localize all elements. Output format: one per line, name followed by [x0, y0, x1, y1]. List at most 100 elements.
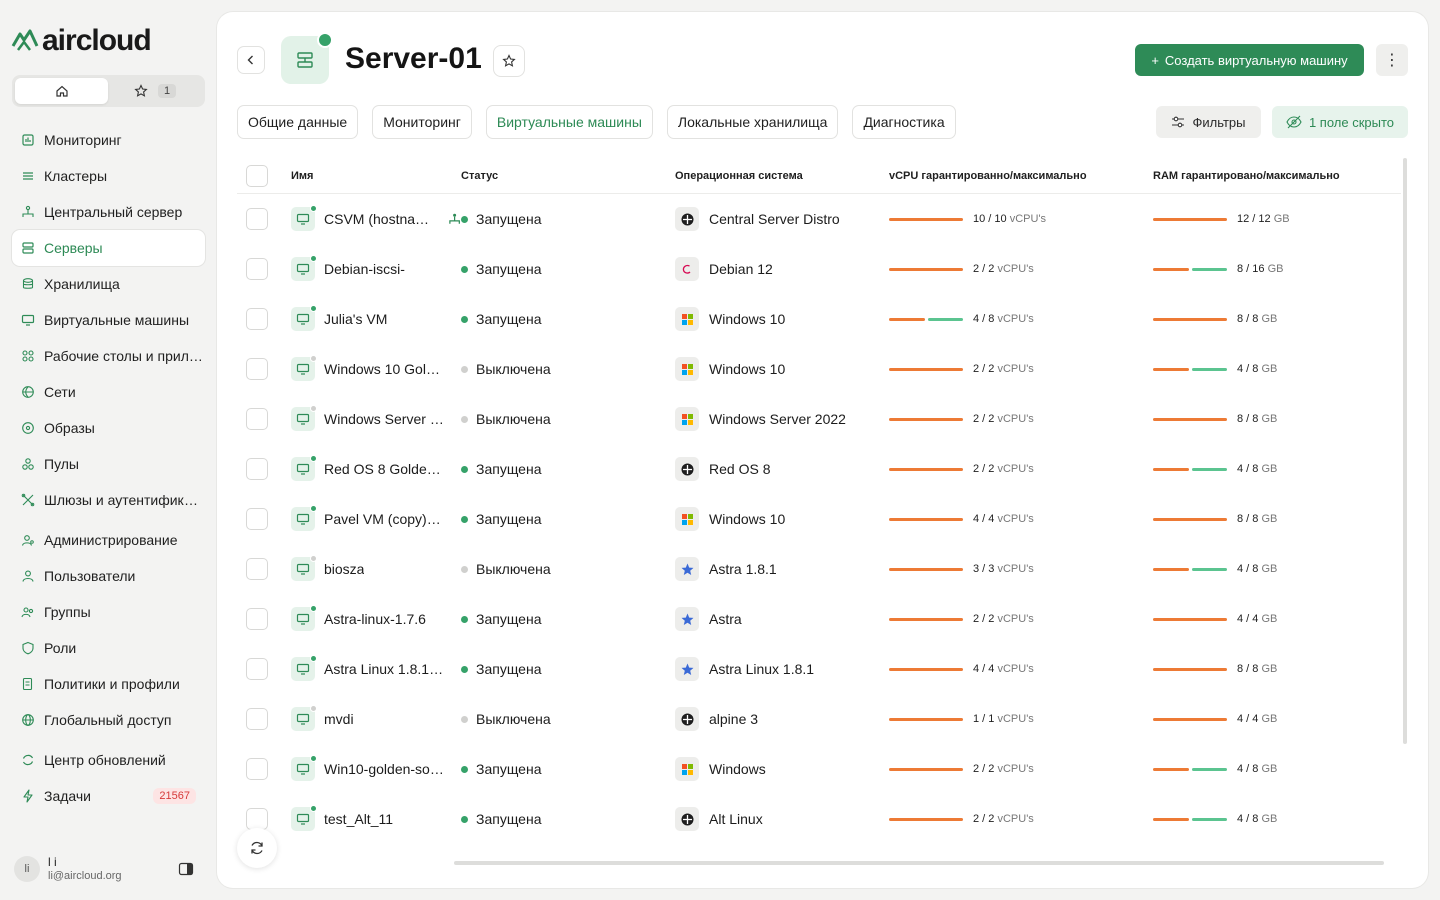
col-os[interactable]: Операционная система — [675, 170, 889, 182]
sidebar-item-15[interactable]: Политики и профили — [12, 666, 205, 702]
filters-button[interactable]: Фильтры — [1156, 106, 1261, 138]
table-row[interactable]: Red OS 8 Golden Image Запущена Red OS 8 2 /… — [237, 444, 1401, 494]
vm-name[interactable]: test_Alt_11 — [324, 811, 393, 827]
group-icon — [21, 607, 34, 618]
table-row[interactable]: Astra Linux 1.8.1 Golden Запущена Astra Li… — [237, 644, 1401, 694]
row-checkbox[interactable] — [246, 608, 268, 630]
row-checkbox[interactable] — [246, 808, 268, 830]
table-row[interactable]: Debian-iscsi- Запущена Debian 12 2 / 2 vCPU… — [237, 244, 1401, 294]
table-row[interactable]: Julia's VM Запущена Windows 10 4 / 8 vCPU's… — [237, 294, 1401, 344]
tab-1[interactable]: Мониторинг — [372, 105, 472, 139]
tab-0[interactable]: Общие данные — [237, 105, 359, 139]
favorite-button[interactable] — [493, 45, 525, 77]
sidebar-item-6[interactable]: Рабочие столы и прил… — [12, 338, 205, 374]
cpu-guaranteed-bar — [889, 317, 925, 321]
sidebar-item-2[interactable]: Центральный сервер — [12, 194, 205, 230]
cpu-usage-bar — [889, 367, 963, 371]
row-checkbox[interactable] — [246, 458, 268, 480]
tab-4[interactable]: Диагностика — [852, 105, 956, 139]
ram-max: 8 — [1252, 763, 1259, 775]
home-button[interactable] — [15, 78, 108, 104]
vm-name[interactable]: Win10-golden-source — [324, 761, 444, 777]
vm-name[interactable]: Astra-linux-1.7.6 — [324, 611, 426, 627]
sidebar-item-3[interactable]: Серверы — [12, 230, 205, 266]
refresh-button[interactable] — [237, 828, 277, 868]
col-status[interactable]: Статус — [461, 170, 675, 182]
sidebar-item-12[interactable]: Пользователи — [12, 558, 205, 594]
tab-3[interactable]: Локальные хранилища — [666, 105, 839, 139]
vm-name[interactable]: Windows 10 Golden — [324, 361, 444, 377]
col-ram[interactable]: RAM гарантировано/максимально — [1153, 170, 1401, 182]
vm-name[interactable]: mvdi — [324, 711, 354, 727]
vertical-scrollbar[interactable] — [1403, 158, 1407, 744]
hidden-fields-button[interactable]: 1 поле скрыто — [1272, 106, 1408, 138]
row-checkbox[interactable] — [246, 408, 268, 430]
favorites-button[interactable]: 1 — [108, 84, 202, 98]
sidebar-item-10[interactable]: Шлюзы и аутентифика… — [12, 482, 205, 518]
sidebar-item-8[interactable]: Образы — [12, 410, 205, 446]
sidebar-item-14[interactable]: Роли — [12, 630, 205, 666]
table-row[interactable]: CSVM (hostname) Запущена Central Server Di… — [237, 194, 1401, 244]
user-profile[interactable]: li l i li@aircloud.org — [14, 852, 194, 886]
row-checkbox[interactable] — [246, 558, 268, 580]
row-checkbox[interactable] — [246, 308, 268, 330]
sidebar-item-16[interactable]: Глобальный доступ — [12, 702, 205, 738]
vm-name[interactable]: Pavel VM (copy) de — [324, 511, 444, 527]
table-row[interactable]: Windows 10 Golden Выключена Windows 10 2 / … — [237, 344, 1401, 394]
table-row[interactable]: test_Alt_11 Запущена Alt Linux 2 / 2 vCPU's… — [237, 794, 1401, 844]
ram-guaranteed: 4 — [1237, 713, 1244, 725]
vm-name[interactable]: Windows Server 2022 — [324, 411, 444, 427]
vm-name[interactable]: Red OS 8 Golden Image — [324, 461, 444, 477]
sidebar-item-18[interactable]: Задачи 21567 — [12, 778, 205, 814]
table-row[interactable]: Astra-linux-1.7.6 Запущена Astra 2 / 2 vCPU… — [237, 594, 1401, 644]
vm-name[interactable]: biosza — [324, 561, 364, 577]
gateway-icon — [21, 493, 35, 507]
vm-name[interactable]: Astra Linux 1.8.1 Golden — [324, 661, 444, 677]
vm-name[interactable]: Julia's VM — [324, 311, 387, 327]
status-cell: Запущена — [461, 761, 675, 777]
vm-name[interactable]: CSVM (hostname) — [324, 211, 433, 227]
cpu-value: 2 / 2 vCPU's — [973, 763, 1034, 775]
row-checkbox[interactable] — [246, 508, 268, 530]
table-row[interactable]: biosza Выключена Astra 1.8.1 3 / 3 vCPU's 4 … — [237, 544, 1401, 594]
ram-cell: 4 / 4 GB — [1153, 613, 1401, 625]
col-name[interactable]: Имя — [291, 170, 461, 182]
sidebar-item-0[interactable]: Мониторинг — [12, 122, 205, 158]
table-row[interactable]: Windows Server 2022 Выключена Windows Serv… — [237, 394, 1401, 444]
more-options-button[interactable]: ⋮ — [1376, 44, 1408, 76]
row-checkbox[interactable] — [246, 208, 268, 230]
sidebar-item-5[interactable]: Виртуальные машины — [12, 302, 205, 338]
ram-usage-bar — [1153, 317, 1227, 321]
row-checkbox[interactable] — [246, 658, 268, 680]
select-all-checkbox[interactable] — [246, 164, 268, 187]
ram-cell: 4 / 8 GB — [1153, 463, 1401, 475]
cpu-usage-bar — [889, 767, 963, 771]
sidebar-item-17[interactable]: Центр обновлений — [12, 742, 205, 778]
ram-usage-bar — [1153, 267, 1227, 271]
table-row[interactable]: Win10-golden-source Запущена Windows 2 / 2 … — [237, 744, 1401, 794]
row-checkbox[interactable] — [246, 758, 268, 780]
sidebar-item-13[interactable]: Группы — [12, 594, 205, 630]
col-cpu[interactable]: vCPU гарантированно/максимально — [889, 170, 1153, 182]
sidebar-item-7[interactable]: Сети — [12, 374, 205, 410]
sidebar-item-1[interactable]: Кластеры — [12, 158, 205, 194]
tab-2[interactable]: Виртуальные машины — [485, 105, 653, 139]
table-row[interactable]: mvdi Выключена alpine 3 1 / 1 vCPU's 4 / 4 G… — [237, 694, 1401, 744]
table-row[interactable]: Pavel VM (copy) de Запущена Windows 10 4 / … — [237, 494, 1401, 544]
row-checkbox[interactable] — [246, 708, 268, 730]
sidebar-toggle-icon[interactable] — [178, 861, 194, 877]
os-cell: Windows Server 2022 — [675, 407, 889, 431]
vm-name[interactable]: Debian-iscsi- — [324, 261, 405, 277]
logo[interactable]: aircloud — [10, 24, 152, 58]
create-vm-button[interactable]: + Создать виртуальную машину — [1135, 44, 1364, 76]
row-checkbox[interactable] — [246, 358, 268, 380]
ram-value: 4 / 8 GB — [1237, 813, 1278, 825]
sidebar-item-9[interactable]: Пулы — [12, 446, 205, 482]
row-checkbox[interactable] — [246, 258, 268, 280]
horizontal-scrollbar[interactable] — [454, 861, 1384, 865]
sidebar-item-4[interactable]: Хранилища — [12, 266, 205, 302]
back-button[interactable] — [237, 46, 265, 74]
ram-usage-bar — [1153, 567, 1227, 571]
sidebar-item-11[interactable]: Администрирование — [12, 522, 205, 558]
cpu-value: 2 / 2 vCPU's — [973, 263, 1034, 275]
